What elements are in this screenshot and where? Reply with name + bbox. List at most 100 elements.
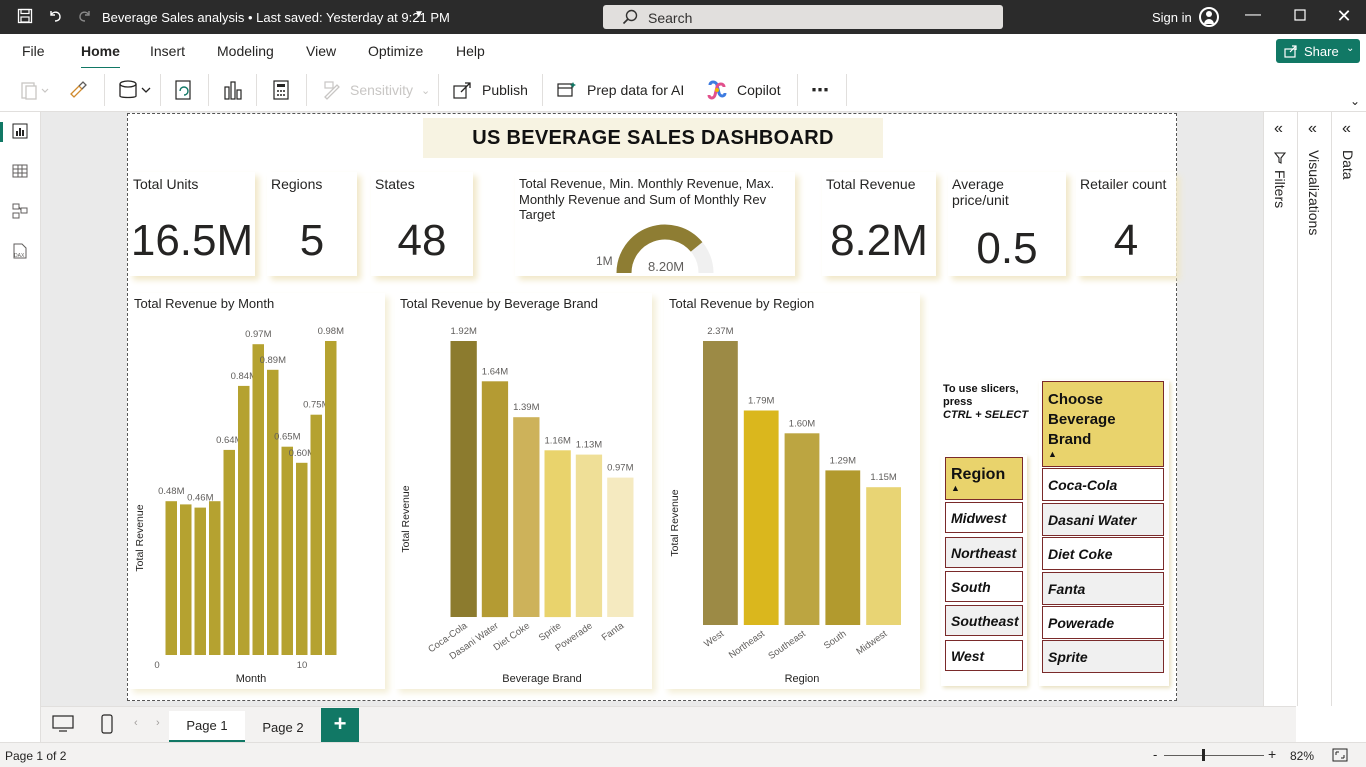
menu-home[interactable]: Home [81,43,120,70]
desktop-layout-icon[interactable] [52,715,74,733]
bar[interactable] [296,462,308,655]
menu-file[interactable]: File [22,43,45,59]
bar[interactable] [165,501,178,655]
zoom-slider-thumb[interactable] [1202,749,1205,761]
collapse-icon[interactable]: « [1308,120,1317,138]
avatar-icon[interactable] [1199,7,1219,27]
publish-button[interactable]: Publish [452,78,528,102]
kpi-card-states[interactable]: States 48 [371,172,473,276]
brand-slicer-header[interactable]: Choose Beverage Brand ▲ [1042,381,1164,467]
dax-query-view-icon[interactable]: DAX [11,242,29,260]
slicer-item-coca-cola[interactable]: Coca-Cola [1042,468,1164,501]
kpi-card-total-units[interactable]: Total Units 16.5M [129,172,255,276]
menu-help[interactable]: Help [456,43,485,59]
menu-optimize[interactable]: Optimize [368,43,423,59]
bar[interactable] [513,417,540,617]
add-page-button[interactable]: + [321,708,359,742]
kpi-card-retailer-count[interactable]: Retailer count 4 [1076,172,1176,276]
next-page-icon[interactable]: › [156,717,160,729]
copilot-button[interactable]: Copilot [706,78,781,102]
page-tab-1[interactable]: Page 1 [169,711,245,743]
zoom-slider-track[interactable] [1164,755,1264,756]
slicer-item-fanta[interactable]: Fanta [1042,572,1164,605]
kpi-card-total-revenue[interactable]: Total Revenue 8.2M [822,172,936,276]
model-view-icon[interactable] [11,202,29,220]
get-data-button[interactable] [118,78,152,102]
zoom-out-button[interactable]: - [1153,747,1157,762]
kpi-card-regions[interactable]: Regions 5 [267,172,357,276]
fit-to-page-icon[interactable] [1332,748,1348,762]
bar[interactable] [825,470,861,625]
table-view-icon[interactable] [11,162,29,180]
bar[interactable] [607,477,634,617]
gauge-card[interactable]: Total Revenue, Min. Monthly Revenue, Max… [515,172,795,276]
bar[interactable] [703,341,738,625]
bar[interactable] [238,385,250,655]
prep-data-button[interactable]: Prep data for AI [556,78,684,102]
bar[interactable] [575,454,603,617]
bar[interactable] [450,341,477,617]
slicer-item-sprite[interactable]: Sprite [1042,640,1164,673]
slicer-item-south[interactable]: South [945,571,1023,602]
page-tab-2[interactable]: Page 2 [245,711,321,743]
previous-page-icon[interactable]: ‹ [134,717,138,729]
chart-revenue-by-region[interactable]: Total Revenue by Region 2.37M West 1.79M No… [664,293,920,689]
mobile-layout-icon[interactable] [101,714,113,734]
new-visual-button[interactable] [222,78,244,102]
slicer-item-powerade[interactable]: Powerade [1042,606,1164,639]
chart-revenue-by-brand[interactable]: Total Revenue by Beverage Brand 1.92M Coc… [395,293,652,689]
data-pane[interactable]: « Data [1331,112,1366,706]
chevron-down-icon[interactable]: ⌄ [1350,94,1360,108]
slicer-item-southeast[interactable]: Southeast [945,605,1023,636]
bar[interactable] [223,449,236,655]
slicer-item-northeast[interactable]: Northeast [945,537,1023,568]
visualizations-pane[interactable]: « Visualizations [1297,112,1331,706]
bar[interactable] [194,507,207,655]
report-view-icon[interactable] [11,122,29,140]
bar[interactable] [743,410,779,626]
bar[interactable] [481,381,509,618]
undo-icon[interactable] [46,8,64,26]
more-options-button[interactable]: ⋯ [811,78,829,102]
bar[interactable] [209,501,221,655]
minimize-button[interactable]: — [1243,6,1263,24]
slicer-item-dasani-water[interactable]: Dasani Water [1042,503,1164,536]
search-box[interactable]: Search [603,5,1003,29]
bar[interactable] [866,487,901,625]
maximize-button[interactable] [1290,8,1310,26]
calculator-button[interactable] [272,78,290,102]
sign-in-link[interactable]: Sign in [1152,10,1192,25]
slicer-item-west[interactable]: West [945,640,1023,671]
bar[interactable] [310,414,323,655]
kpi-card-average-price[interactable]: Average price/unit 0.5 [948,172,1066,276]
bar[interactable] [544,450,571,618]
slicer-item-diet-coke[interactable]: Diet Coke [1042,537,1164,570]
bar[interactable] [784,433,820,625]
region-slicer-header[interactable]: Region ▲ [945,457,1023,500]
menu-insert[interactable]: Insert [150,43,185,59]
bar[interactable] [325,341,337,655]
paste-button[interactable] [20,78,50,102]
share-button[interactable]: Share ⌄ [1276,39,1360,63]
menu-modeling[interactable]: Modeling [217,43,274,59]
zoom-in-button[interactable]: + [1268,746,1276,762]
chevron-down-icon[interactable]: ▼ [414,9,424,20]
refresh-button[interactable] [174,78,194,102]
sensitivity-button[interactable]: Sensitivity ⌄ [322,78,430,102]
format-painter-button[interactable] [68,78,88,102]
bar[interactable] [252,344,265,655]
slicer-item-midwest[interactable]: Midwest [945,502,1023,533]
document-title[interactable]: Beverage Sales analysis • Last saved: Ye… [102,10,450,25]
page-info: Page 1 of 2 [5,749,67,763]
collapse-icon[interactable]: « [1274,120,1283,138]
bar[interactable] [180,504,192,655]
chart-revenue-by-month[interactable]: Total Revenue by Month 0.48M 0.46M 0.64M 0.… [129,293,385,689]
redo-icon[interactable] [76,8,94,26]
filters-pane[interactable]: « Filters [1263,112,1297,706]
bar[interactable] [267,369,279,655]
collapse-icon[interactable]: « [1342,120,1351,138]
bar[interactable] [281,446,294,655]
menu-view[interactable]: View [306,43,336,59]
save-icon[interactable] [16,8,34,26]
close-button[interactable]: ✕ [1334,6,1354,27]
